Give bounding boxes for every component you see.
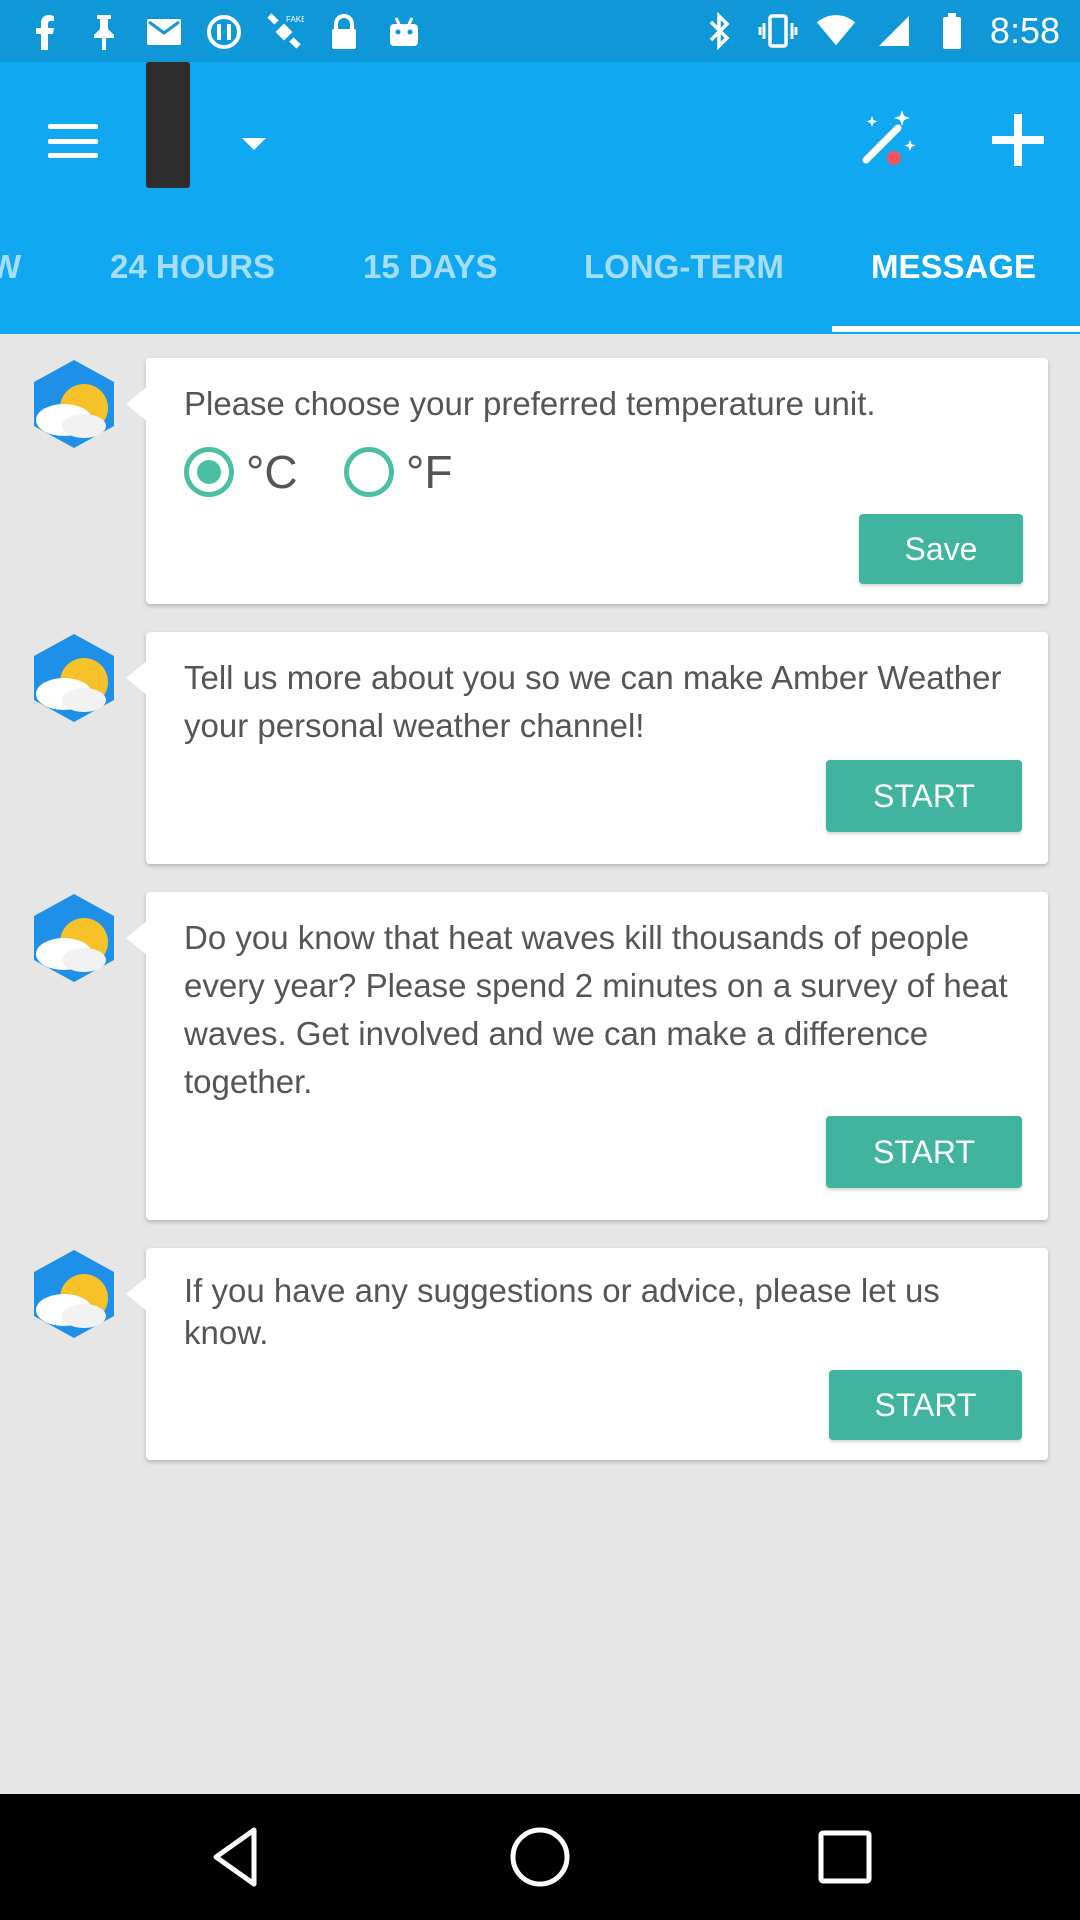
tab-message[interactable]: MESSAGE <box>871 248 1036 308</box>
menu-icon[interactable] <box>40 114 106 168</box>
screen: FAKE 8:58 W 24 HOURS 15 DAYS LONG-TERM M… <box>0 0 1080 1920</box>
notification-pin-icon <box>84 12 124 52</box>
tab-now[interactable]: W <box>0 248 21 308</box>
status-right-icons: 8:58 <box>700 8 1060 54</box>
weather-icon <box>28 1248 120 1340</box>
city-title[interactable] <box>146 62 190 188</box>
back-icon[interactable] <box>204 1824 270 1890</box>
vibrate-icon <box>758 11 798 51</box>
save-button[interactable]: Save <box>859 514 1023 584</box>
status-bar: FAKE 8:58 <box>0 0 1080 62</box>
message-text: Tell us more about you so we can make Am… <box>184 659 1002 744</box>
radio-label: °F <box>406 446 453 498</box>
radio-unchecked-icon <box>344 447 394 497</box>
weather-icon <box>28 632 120 724</box>
facebook-icon <box>24 12 64 52</box>
message-card: Please choose your preferred temperature… <box>126 358 1048 604</box>
message-card: Do you know that heat waves kill thousan… <box>126 892 1048 1220</box>
tab-indicator <box>832 326 1080 332</box>
recents-icon[interactable] <box>812 1824 878 1890</box>
start-button[interactable]: START <box>826 1116 1022 1188</box>
message-card: Tell us more about you so we can make Am… <box>126 632 1048 864</box>
status-time: 8:58 <box>989 10 1060 51</box>
start-button[interactable]: START <box>826 760 1022 832</box>
fake-gps-icon <box>204 12 244 52</box>
message-text: Do you know that heat waves kill thousan… <box>184 919 1008 1100</box>
bluetooth-icon <box>700 11 740 51</box>
start-button[interactable]: START <box>829 1370 1022 1440</box>
message-text: If you have any suggestions or advice, p… <box>184 1272 940 1351</box>
add-icon[interactable] <box>984 106 1052 174</box>
battery-icon <box>932 11 972 51</box>
svg-text:FAKE: FAKE <box>286 15 304 24</box>
home-icon[interactable] <box>507 1824 573 1890</box>
tab-15-days[interactable]: 15 DAYS <box>363 248 498 308</box>
radio-label: °C <box>246 446 298 498</box>
message-text: Please choose your preferred temperature… <box>184 385 876 422</box>
message-card: If you have any suggestions or advice, p… <box>126 1248 1048 1460</box>
tab-24-hours[interactable]: 24 HOURS <box>110 248 275 308</box>
lock-icon <box>324 12 364 52</box>
weather-icon <box>28 892 120 984</box>
navigation-bar <box>0 1794 1080 1920</box>
magic-wand-icon[interactable] <box>852 106 920 174</box>
app-bar: W 24 HOURS 15 DAYS LONG-TERM MESSAGE <box>0 62 1080 334</box>
location-satellite-icon: FAKE <box>264 12 304 52</box>
signal-icon <box>874 11 914 51</box>
android-icon <box>384 12 424 52</box>
tab-long-term[interactable]: LONG-TERM <box>584 248 784 308</box>
dropdown-icon[interactable] <box>236 130 272 158</box>
wifi-icon <box>816 11 856 51</box>
radio-celsius[interactable]: °C <box>184 444 298 500</box>
radio-fahrenheit[interactable]: °F <box>344 444 453 500</box>
radio-checked-icon <box>184 447 234 497</box>
weather-icon <box>28 358 120 450</box>
gmail-icon <box>144 12 184 52</box>
status-left-icons: FAKE <box>24 10 424 54</box>
